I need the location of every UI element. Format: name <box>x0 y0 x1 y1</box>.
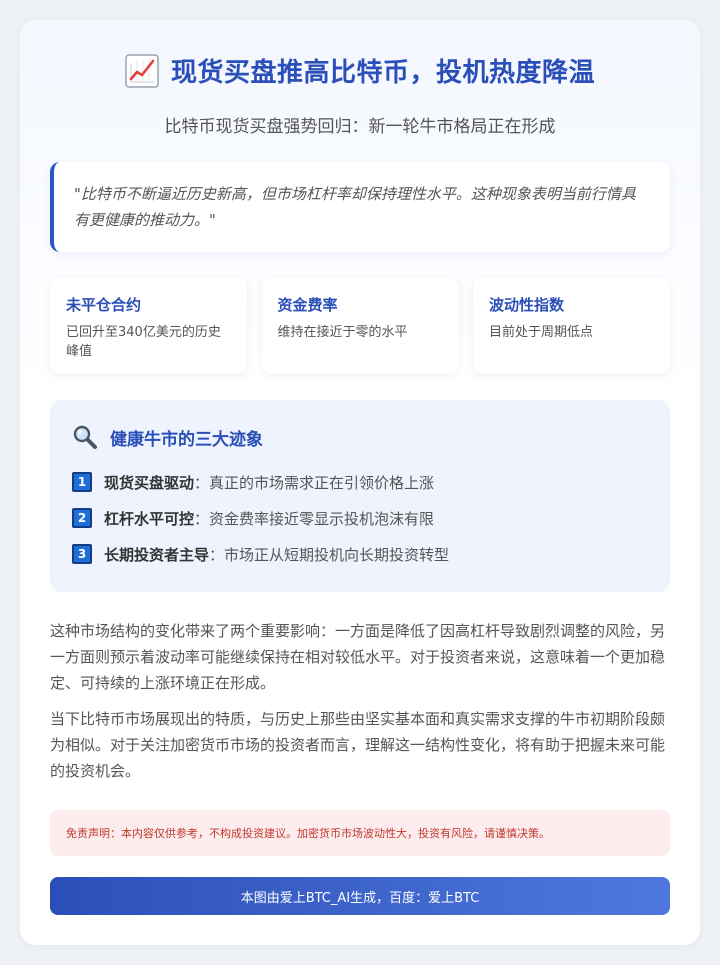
sign-text: ：真正的市场需求正在引领价格上涨 <box>194 473 435 492</box>
stats-row: 未平仓合约 已回升至340亿美元的历史峰值 资金费率 维持在接近于零的水平 波动… <box>50 278 670 374</box>
page-title: 现货买盘推高比特币，投机热度降温 <box>170 58 595 88</box>
stat-title: 波动性指数 <box>489 296 565 314</box>
signs-section: 健康牛市的三大迹象 1 现货买盘驱动 ：真正的市场需求正在引领价格上涨 2 杠杆… <box>50 400 670 592</box>
stat-title: 资金费率 <box>277 296 338 314</box>
number-badge: 3 <box>72 544 92 564</box>
stat-card-volatility: 波动性指数 目前处于周期低点 <box>473 278 670 374</box>
footer-banner[interactable]: 本图由爱上BTC_AI生成，百度：爱上BTC <box>50 877 670 915</box>
quote-block: "比特币不断逼近历史新高，但市场杠杆率却保持理性水平。这种现象表明当前行情具有更… <box>50 162 670 252</box>
signs-header: 健康牛市的三大迹象 <box>72 424 648 450</box>
disclaimer-box: 免责声明：本内容仅供参考，不构成投资建议。加密货币市场波动性大，投资有风险，请谨… <box>50 810 670 856</box>
stat-card-funding-rate: 资金费率 维持在接近于零的水平 <box>261 278 459 374</box>
signs-title: 健康牛市的三大迹象 <box>110 429 263 450</box>
footer-text: 本图由爱上BTC_AI生成，百度：爱上BTC <box>240 890 480 906</box>
number-badge: 1 <box>72 472 92 492</box>
sign-label: 长期投资者主导 <box>104 545 210 564</box>
sign-text: ：资金费率接近零显示投机泡沫有限 <box>194 509 435 528</box>
stat-desc: 已回升至340亿美元的历史峰值 <box>66 325 221 359</box>
body-paragraph: 这种市场结构的变化带来了两个重要影响：一方面是降低了因高杠杆导致剧烈调整的风险，… <box>50 622 666 692</box>
stat-desc: 目前处于周期低点 <box>489 325 594 340</box>
title-row: 现货买盘推高比特币，投机热度降温 <box>20 52 700 89</box>
list-item: 2 杠杆水平可控 ：资金费率接近零显示投机泡沫有限 <box>72 500 648 536</box>
sign-label: 杠杆水平可控 <box>104 509 195 528</box>
magnifying-glass-icon <box>72 424 98 450</box>
page-subtitle: 比特币现货买盘强势回归：新一轮牛市格局正在形成 <box>164 117 556 137</box>
disclaimer-text: 免责声明：本内容仅供参考，不构成投资建议。加密货币市场波动性大，投资有风险，请谨… <box>66 827 550 840</box>
stat-card-open-interest: 未平仓合约 已回升至340亿美元的历史峰值 <box>50 278 247 374</box>
article-card: 现货买盘推高比特币，投机热度降温 比特币现货买盘强势回归：新一轮牛市格局正在形成… <box>20 20 700 945</box>
sign-label: 现货买盘驱动 <box>104 473 195 492</box>
body-paragraph: 当下比特币市场展现出的特质，与历史上那些由坚实基本面和真实需求支撑的牛市初期阶段… <box>50 710 666 780</box>
list-item: 1 现货买盘驱动 ：真正的市场需求正在引领价格上涨 <box>72 464 648 500</box>
sign-text: ：市场正从短期投机向长期投资转型 <box>209 545 450 564</box>
chart-increasing-icon <box>125 53 159 88</box>
stat-desc: 维持在接近于零的水平 <box>277 325 408 340</box>
stat-title: 未平仓合约 <box>66 296 142 314</box>
number-badge: 2 <box>72 508 92 528</box>
list-item: 3 长期投资者主导 ：市场正从短期投机向长期投资转型 <box>72 536 648 572</box>
